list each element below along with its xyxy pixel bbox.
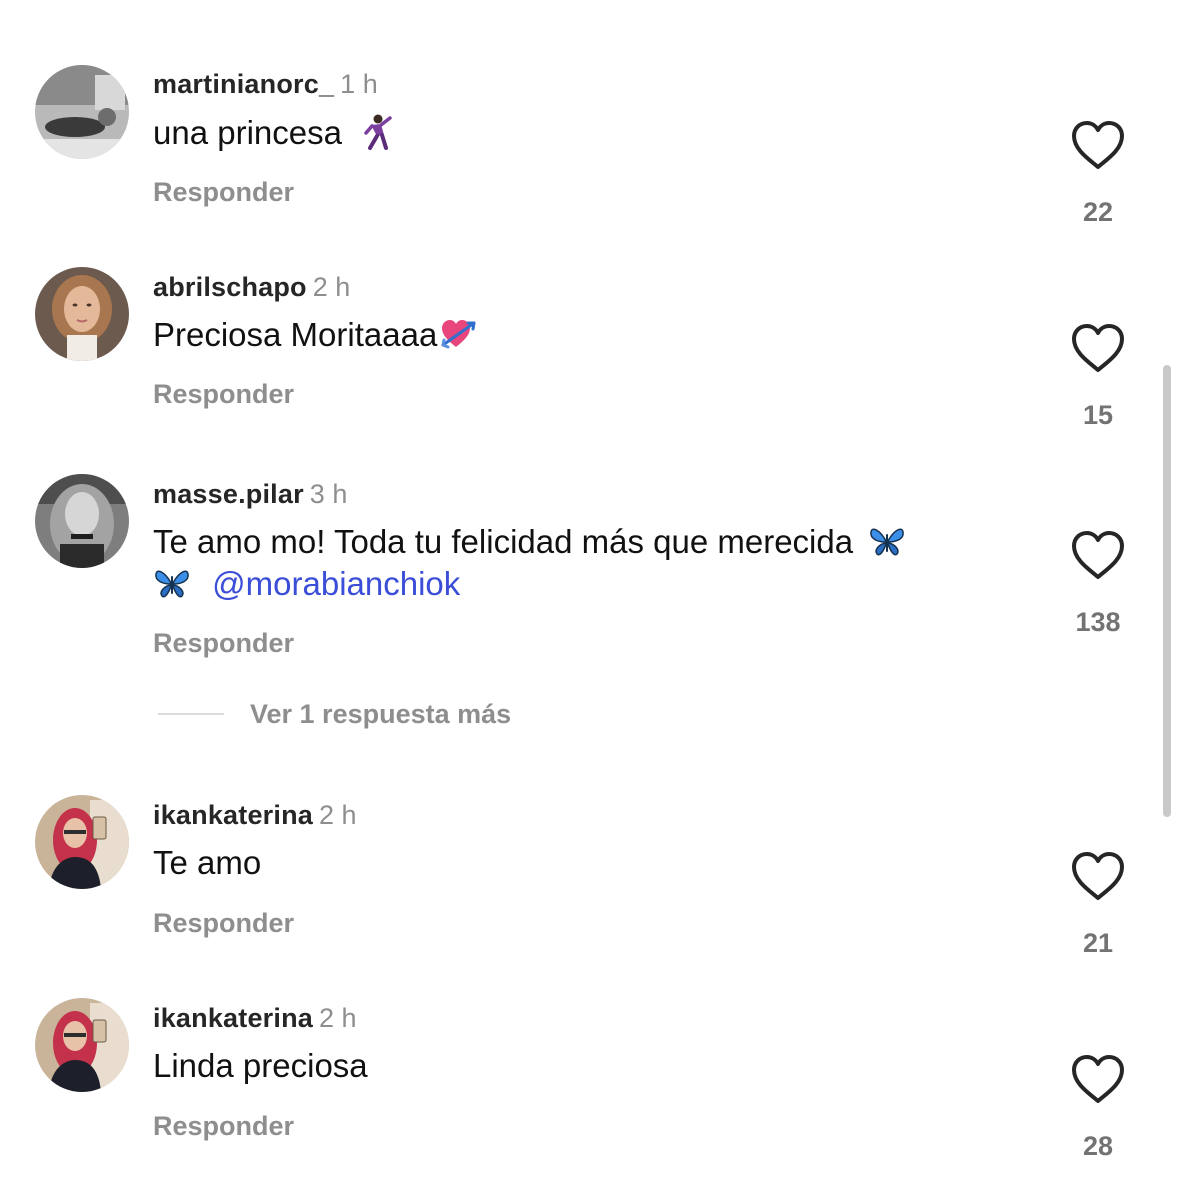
scrollbar[interactable]: [1163, 365, 1171, 817]
comment-header: martinianorc_ 1 h: [153, 68, 378, 100]
comment-header: ikankaterina 2 h: [153, 799, 357, 831]
comment-line: @morabianchiok: [153, 563, 1033, 605]
comment-header: masse.pilar 3 h: [153, 478, 347, 510]
butterfly-emoji: [868, 522, 906, 560]
mention-link[interactable]: @morabianchiok: [212, 565, 460, 602]
comment-body: Linda preciosa: [153, 1047, 368, 1084]
timestamp: 2 h: [318, 800, 357, 830]
comment-text: Preciosa Moritaaaa: [153, 314, 1033, 356]
comment-body: una princesa: [153, 114, 342, 151]
reply-button[interactable]: Responder: [153, 176, 294, 208]
like-button[interactable]: [1068, 528, 1128, 582]
comment-body: Preciosa Moritaaaa: [153, 316, 438, 353]
dancing-man-emoji: [357, 113, 395, 151]
avatar[interactable]: [35, 267, 129, 361]
like-count: 15: [1082, 400, 1114, 430]
timestamp: 2 h: [318, 1003, 357, 1033]
avatar[interactable]: [35, 65, 129, 159]
reply-button[interactable]: Responder: [153, 907, 294, 939]
comment-body: Te amo: [153, 844, 262, 881]
like-button[interactable]: [1068, 1052, 1128, 1106]
heart-outline-icon: [1072, 324, 1124, 372]
like-button[interactable]: [1068, 118, 1128, 172]
comments-list: martinianorc_1 h una princesa Responder: [0, 0, 1180, 1200]
comment-body: Te amo mo! Toda tu felicidad más que mer…: [153, 523, 854, 560]
reply-button[interactable]: Responder: [153, 627, 294, 659]
username[interactable]: martinianorc_: [153, 69, 334, 99]
comment-text: Linda preciosa: [153, 1045, 1033, 1087]
avatar[interactable]: [35, 795, 129, 889]
heart-with-arrow-emoji: [439, 315, 477, 353]
butterfly-emoji: [153, 564, 191, 602]
reply-button[interactable]: Responder: [153, 1110, 294, 1142]
username[interactable]: masse.pilar: [153, 479, 304, 509]
username[interactable]: ikankaterina: [153, 800, 313, 830]
like-count: 28: [1082, 1131, 1114, 1161]
username[interactable]: ikankaterina: [153, 1003, 313, 1033]
comment-text: Te amo: [153, 842, 1033, 884]
heart-outline-icon: [1072, 852, 1124, 900]
timestamp: 3 h: [309, 479, 348, 509]
divider: [158, 713, 224, 715]
timestamp: 1 h: [340, 69, 378, 99]
like-button[interactable]: [1068, 321, 1128, 375]
like-count: 21: [1082, 928, 1114, 958]
timestamp: 2 h: [312, 272, 351, 302]
username[interactable]: abrilschapo: [153, 272, 307, 302]
comment-text: una princesa: [153, 112, 1033, 154]
reply-button[interactable]: Responder: [153, 378, 294, 410]
heart-outline-icon: [1072, 531, 1124, 579]
heart-outline-icon: [1072, 1055, 1124, 1103]
like-count: 138: [1075, 607, 1121, 637]
comment-line: Te amo mo! Toda tu felicidad más que mer…: [153, 521, 1033, 563]
comment-header: abrilschapo 2 h: [153, 271, 350, 303]
view-more-replies-label: Ver 1 respuesta más: [250, 699, 512, 729]
like-count: 22: [1082, 197, 1114, 227]
comment-header: ikankaterina 2 h: [153, 1002, 357, 1034]
like-button[interactable]: [1068, 849, 1128, 903]
avatar[interactable]: [35, 474, 129, 568]
avatar[interactable]: [35, 998, 129, 1092]
heart-outline-icon: [1072, 121, 1124, 169]
comment-text: Te amo mo! Toda tu felicidad más que mer…: [153, 521, 1033, 605]
